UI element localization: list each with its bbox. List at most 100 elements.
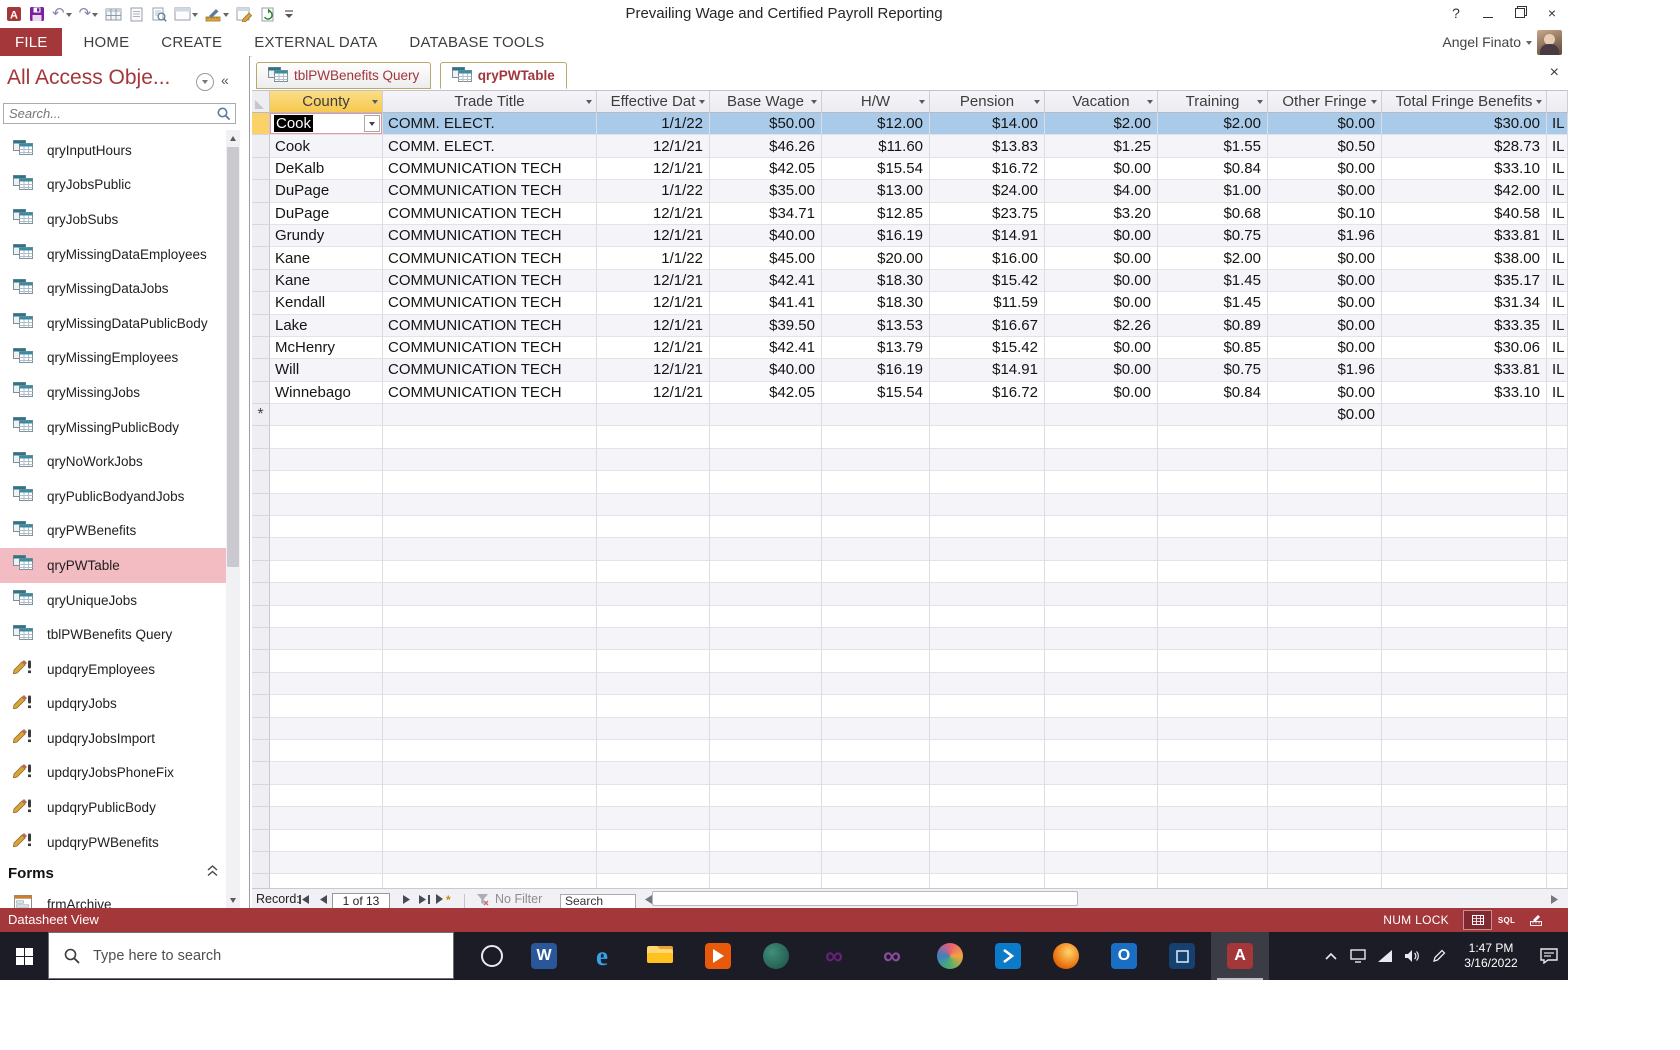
taskbar-clock[interactable]: 1:47 PM 3/16/2022 xyxy=(1452,941,1530,971)
cell-base-wage[interactable]: $40.00 xyxy=(710,359,822,382)
cell-state[interactable]: IL xyxy=(1547,359,1568,382)
sidebar-item-frmArchive[interactable]: frmArchive xyxy=(0,887,226,908)
cell-vacation[interactable]: $0.00 xyxy=(1045,247,1158,270)
scroll-down-button[interactable] xyxy=(226,893,240,908)
cell-vacation[interactable]: $0.00 xyxy=(1045,269,1158,293)
cell-trade-title[interactable]: COMMUNICATION TECH xyxy=(383,202,597,225)
cell-trade-title[interactable]: COMMUNICATION TECH xyxy=(383,247,597,270)
sidebar-item-tblPWBenefits-Query[interactable]: tblPWBenefits Query xyxy=(0,617,226,652)
row-selector[interactable] xyxy=(252,292,270,315)
forms-section-header[interactable]: Forms xyxy=(0,859,226,887)
cell-hw[interactable]: $16.19 xyxy=(822,359,930,382)
cell-vacation[interactable]: $0.00 xyxy=(1045,336,1158,360)
column-header-county[interactable]: County xyxy=(270,90,383,113)
cell-county[interactable]: Cook xyxy=(270,135,383,158)
start-button[interactable] xyxy=(0,932,48,980)
cell-county[interactable]: Lake xyxy=(270,314,383,337)
cell-effective-date[interactable]: 12/1/21 xyxy=(597,269,710,293)
cell-pension[interactable]: $24.00 xyxy=(930,180,1045,203)
sidebar-item-qryNoWorkJobs[interactable]: qryNoWorkJobs xyxy=(0,444,226,479)
cell-pension[interactable] xyxy=(930,404,1045,427)
cell-base-wage[interactable]: $46.26 xyxy=(710,135,822,158)
cell-hw[interactable]: $18.30 xyxy=(822,269,930,293)
sidebar-item-qryMissingDataJobs[interactable]: qryMissingDataJobs xyxy=(0,271,226,306)
firefox-taskbar-button[interactable] xyxy=(1037,932,1095,980)
cell-effective-date[interactable]: 12/1/21 xyxy=(597,202,710,225)
cell-training[interactable] xyxy=(1158,404,1268,427)
cell-training[interactable]: $0.84 xyxy=(1158,381,1268,405)
cell-other-fringe[interactable]: $0.00 xyxy=(1268,314,1382,337)
cell-total-fringe-benefits[interactable]: $33.10 xyxy=(1382,381,1547,405)
hscroll-thumb[interactable] xyxy=(652,891,1078,906)
cell-county[interactable]: Winnebago xyxy=(270,381,383,405)
sidebar-item-qryMissingPublicBody[interactable]: qryMissingPublicBody xyxy=(0,410,226,445)
cell-training[interactable]: $0.85 xyxy=(1158,336,1268,360)
design-view-button[interactable] xyxy=(1521,910,1550,930)
cell-other-fringe[interactable]: $1.96 xyxy=(1268,224,1382,248)
cell-training[interactable]: $1.45 xyxy=(1158,292,1268,315)
nav-search-box[interactable]: Search... xyxy=(3,103,236,124)
cell-trade-title[interactable] xyxy=(383,404,597,427)
sidebar-item-updqryPublicBody[interactable]: updqryPublicBody xyxy=(0,790,226,825)
cell-state[interactable]: IL xyxy=(1547,336,1568,360)
sidebar-item-qryJobsPublic[interactable]: qryJobsPublic xyxy=(0,168,226,203)
help-button[interactable]: ? xyxy=(1442,2,1470,24)
sidebar-item-updqryJobsPhoneFix[interactable]: updqryJobsPhoneFix xyxy=(0,756,226,791)
cell-effective-date[interactable]: 12/1/21 xyxy=(597,292,710,315)
save-icon[interactable] xyxy=(29,4,45,24)
cell-vacation[interactable]: $2.00 xyxy=(1045,113,1158,136)
cell-effective-date[interactable]: 12/1/21 xyxy=(597,381,710,405)
cell-vacation[interactable]: $0.00 xyxy=(1045,157,1158,181)
cell-county[interactable]: Grundy xyxy=(270,224,383,248)
cell-state[interactable] xyxy=(1547,404,1568,427)
datasheet-view-icon[interactable] xyxy=(105,4,122,24)
cortana-button[interactable] xyxy=(470,932,514,980)
row-selector[interactable] xyxy=(252,336,270,360)
cell-trade-title[interactable]: COMM. ELECT. xyxy=(383,113,597,136)
column-header-base-wage[interactable]: Base Wage xyxy=(710,90,822,113)
cell-trade-title[interactable]: COMMUNICATION TECH xyxy=(383,224,597,248)
cell-hw[interactable]: $15.54 xyxy=(822,157,930,181)
last-record-button[interactable] xyxy=(416,889,433,909)
cell-other-fringe[interactable]: $1.96 xyxy=(1268,359,1382,382)
cell-training[interactable]: $1.55 xyxy=(1158,135,1268,158)
next-record-button[interactable] xyxy=(398,889,415,909)
cell-vacation[interactable]: $0.00 xyxy=(1045,292,1158,315)
new-record-button[interactable]: * xyxy=(434,889,458,909)
row-selector[interactable] xyxy=(252,269,270,293)
cell-trade-title[interactable]: COMMUNICATION TECH xyxy=(383,292,597,315)
sidebar-item-updqryJobs[interactable]: updqryJobs xyxy=(0,687,226,722)
cell-state[interactable]: IL xyxy=(1547,135,1568,158)
cell-state[interactable]: IL xyxy=(1547,180,1568,203)
column-header-training[interactable]: Training xyxy=(1158,90,1268,113)
refresh-all-icon[interactable] xyxy=(260,4,276,24)
ribbon-tab-external-data[interactable]: EXTERNAL DATA xyxy=(243,28,388,56)
cell-hw[interactable]: $18.30 xyxy=(822,292,930,315)
row-selector[interactable] xyxy=(252,247,270,270)
edge-taskbar-button[interactable]: e xyxy=(573,932,631,980)
cell-total-fringe-benefits[interactable]: $42.00 xyxy=(1382,180,1547,203)
cell-other-fringe[interactable]: $0.00 xyxy=(1268,113,1382,136)
filter-dropdown-icon[interactable] xyxy=(1147,100,1153,107)
cell-pension[interactable]: $14.91 xyxy=(930,224,1045,248)
cell-other-fringe[interactable]: $0.00 xyxy=(1268,336,1382,360)
sidebar-item-qryUniqueJobs[interactable]: qryUniqueJobs xyxy=(0,583,226,618)
cell-state[interactable]: IL xyxy=(1547,224,1568,248)
column-header-pension[interactable]: Pension xyxy=(930,90,1045,113)
properties-icon[interactable] xyxy=(129,4,144,24)
close-button[interactable]: × xyxy=(1538,2,1566,24)
access-taskbar-button[interactable]: A xyxy=(1211,932,1269,980)
cell-base-wage[interactable]: $42.05 xyxy=(710,157,822,181)
first-record-button[interactable] xyxy=(296,889,313,909)
sidebar-item-qryMissingJobs[interactable]: qryMissingJobs xyxy=(0,375,226,410)
new-record-selector[interactable]: * xyxy=(252,404,270,427)
cell-hw[interactable]: $13.00 xyxy=(822,180,930,203)
cell-training[interactable]: $0.89 xyxy=(1158,314,1268,337)
row-selector[interactable] xyxy=(252,224,270,248)
cell-effective-date[interactable]: 1/1/22 xyxy=(597,113,710,136)
cell-vacation[interactable]: $4.00 xyxy=(1045,180,1158,203)
cell-total-fringe-benefits[interactable]: $30.06 xyxy=(1382,336,1547,360)
access-app-icon[interactable]: A xyxy=(6,4,22,24)
media-player-taskbar-button[interactable] xyxy=(689,932,747,980)
column-header-other-fringe[interactable]: Other Fringe xyxy=(1268,90,1382,113)
